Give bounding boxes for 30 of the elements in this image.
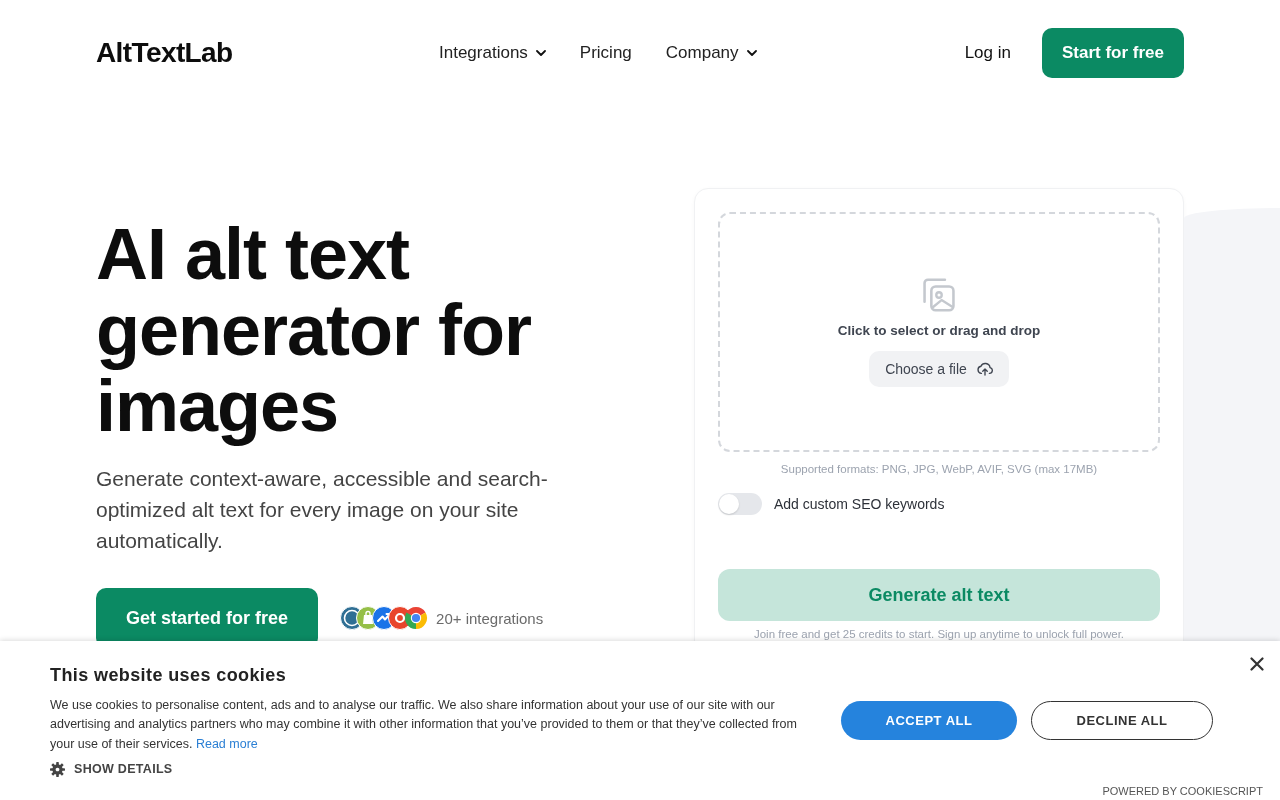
powered-by-text: POWERED BY COOKIESCRIPT	[1102, 785, 1263, 797]
close-icon[interactable]	[1250, 657, 1264, 671]
chevron-down-icon	[746, 50, 757, 56]
dropzone-prompt: Click to select or drag and drop	[837, 322, 1041, 338]
segmented-circle-icon	[404, 606, 429, 630]
file-dropzone[interactable]: Click to select or drag and drop Choose a file	[718, 212, 1160, 452]
cookie-notice-text: We use cookies to personalise content, ads and to analyse our traffic. We also share information about your use of our site with our advertising and analytics partners who may combine it with other information that you’ve provided to them or that they’ve collected from your use of their services. Read more	[50, 696, 798, 753]
cookie-title: This website uses cookies	[50, 663, 288, 686]
cloud-upload-icon	[976, 361, 993, 376]
logo[interactable]: AltTextLab	[96, 37, 246, 69]
accept-all-button[interactable]: ACCEPT ALL	[841, 701, 1017, 740]
login-link[interactable]: Log in	[964, 43, 1011, 63]
toggle-label: Add custom SEO keywords	[774, 496, 945, 512]
start-button[interactable]: Start for free	[1041, 28, 1184, 78]
image-icon	[922, 277, 956, 312]
nav-link[interactable]: Integrations	[439, 43, 546, 63]
chevron-down-icon	[535, 50, 546, 56]
read-more-link[interactable]: Read more	[195, 736, 258, 751]
hero-subtitle: Generate context-aware, accessible and search-optimized alt text for every image on your site automatically.	[96, 466, 549, 554]
nav-link[interactable]: Pricing	[579, 43, 632, 63]
show-details-link[interactable]: SHOW DETAILS	[50, 761, 173, 778]
credits-note: Join free and get 25 credits to start. Sign up anytime to unlock full power.	[752, 627, 1126, 641]
formats-note: Supported formats: PNG, JPG, WebP, AVIF, SVG (max 17MB)	[779, 462, 1099, 477]
nav-link[interactable]: Company	[665, 43, 757, 63]
choose-file-button[interactable]: Choose a file	[869, 350, 1009, 387]
hero-title: AI alt text generator for images	[96, 216, 533, 444]
gear-icon	[50, 761, 65, 777]
decline-all-button[interactable]: DECLINE ALL	[1031, 701, 1213, 740]
seo-toggle[interactable]	[718, 493, 762, 515]
integrations-count: 20+ integrations	[436, 609, 544, 627]
